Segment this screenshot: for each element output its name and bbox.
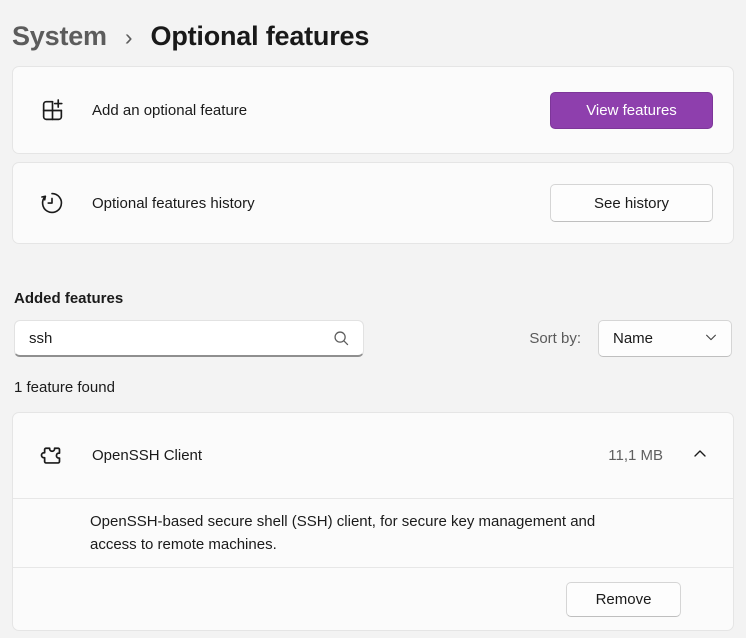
breadcrumb-system-link[interactable]: System [12,21,107,52]
feature-name: OpenSSH Client [92,447,202,464]
added-features-heading: Added features [14,290,732,307]
sort-selected-value: Name [613,330,653,347]
grid-plus-icon [39,97,65,123]
optional-features-page: System › Optional features Add an option… [0,0,746,638]
chevron-up-icon [692,446,708,465]
page-title: Optional features [151,21,370,52]
optional-features-history-card: Optional features history See history [12,162,734,244]
search-input[interactable] [29,330,331,347]
remove-button[interactable]: Remove [566,582,681,617]
add-optional-feature-card: Add an optional feature View features [12,66,734,154]
chevron-down-icon [704,330,718,348]
feature-size: 11,1 MB [608,447,663,464]
history-icon [39,190,65,216]
feature-card-openssh: OpenSSH Client 11,1 MB OpenSSH-based sec… [12,412,734,631]
filter-controls: Sort by: Name [14,320,732,357]
feature-actions-row: Remove [13,568,733,630]
breadcrumb: System › Optional features [0,0,746,66]
puzzle-icon [39,443,65,469]
search-icon[interactable] [331,328,351,348]
feature-description: OpenSSH-based secure shell (SSH) client,… [13,499,733,567]
breadcrumb-chevron-icon: › [125,22,133,51]
sort-dropdown[interactable]: Name [598,320,732,357]
feature-expander-header[interactable]: OpenSSH Client 11,1 MB [13,413,733,498]
view-features-button[interactable]: View features [550,92,713,129]
sort-by-label: Sort by: [529,330,581,347]
add-feature-label: Add an optional feature [92,102,247,119]
search-box [14,320,364,357]
see-history-button[interactable]: See history [550,184,713,222]
sort-group: Sort by: Name [529,320,732,357]
collapse-expander-button[interactable] [689,445,711,467]
history-label: Optional features history [92,195,255,212]
result-count: 1 feature found [14,379,732,396]
